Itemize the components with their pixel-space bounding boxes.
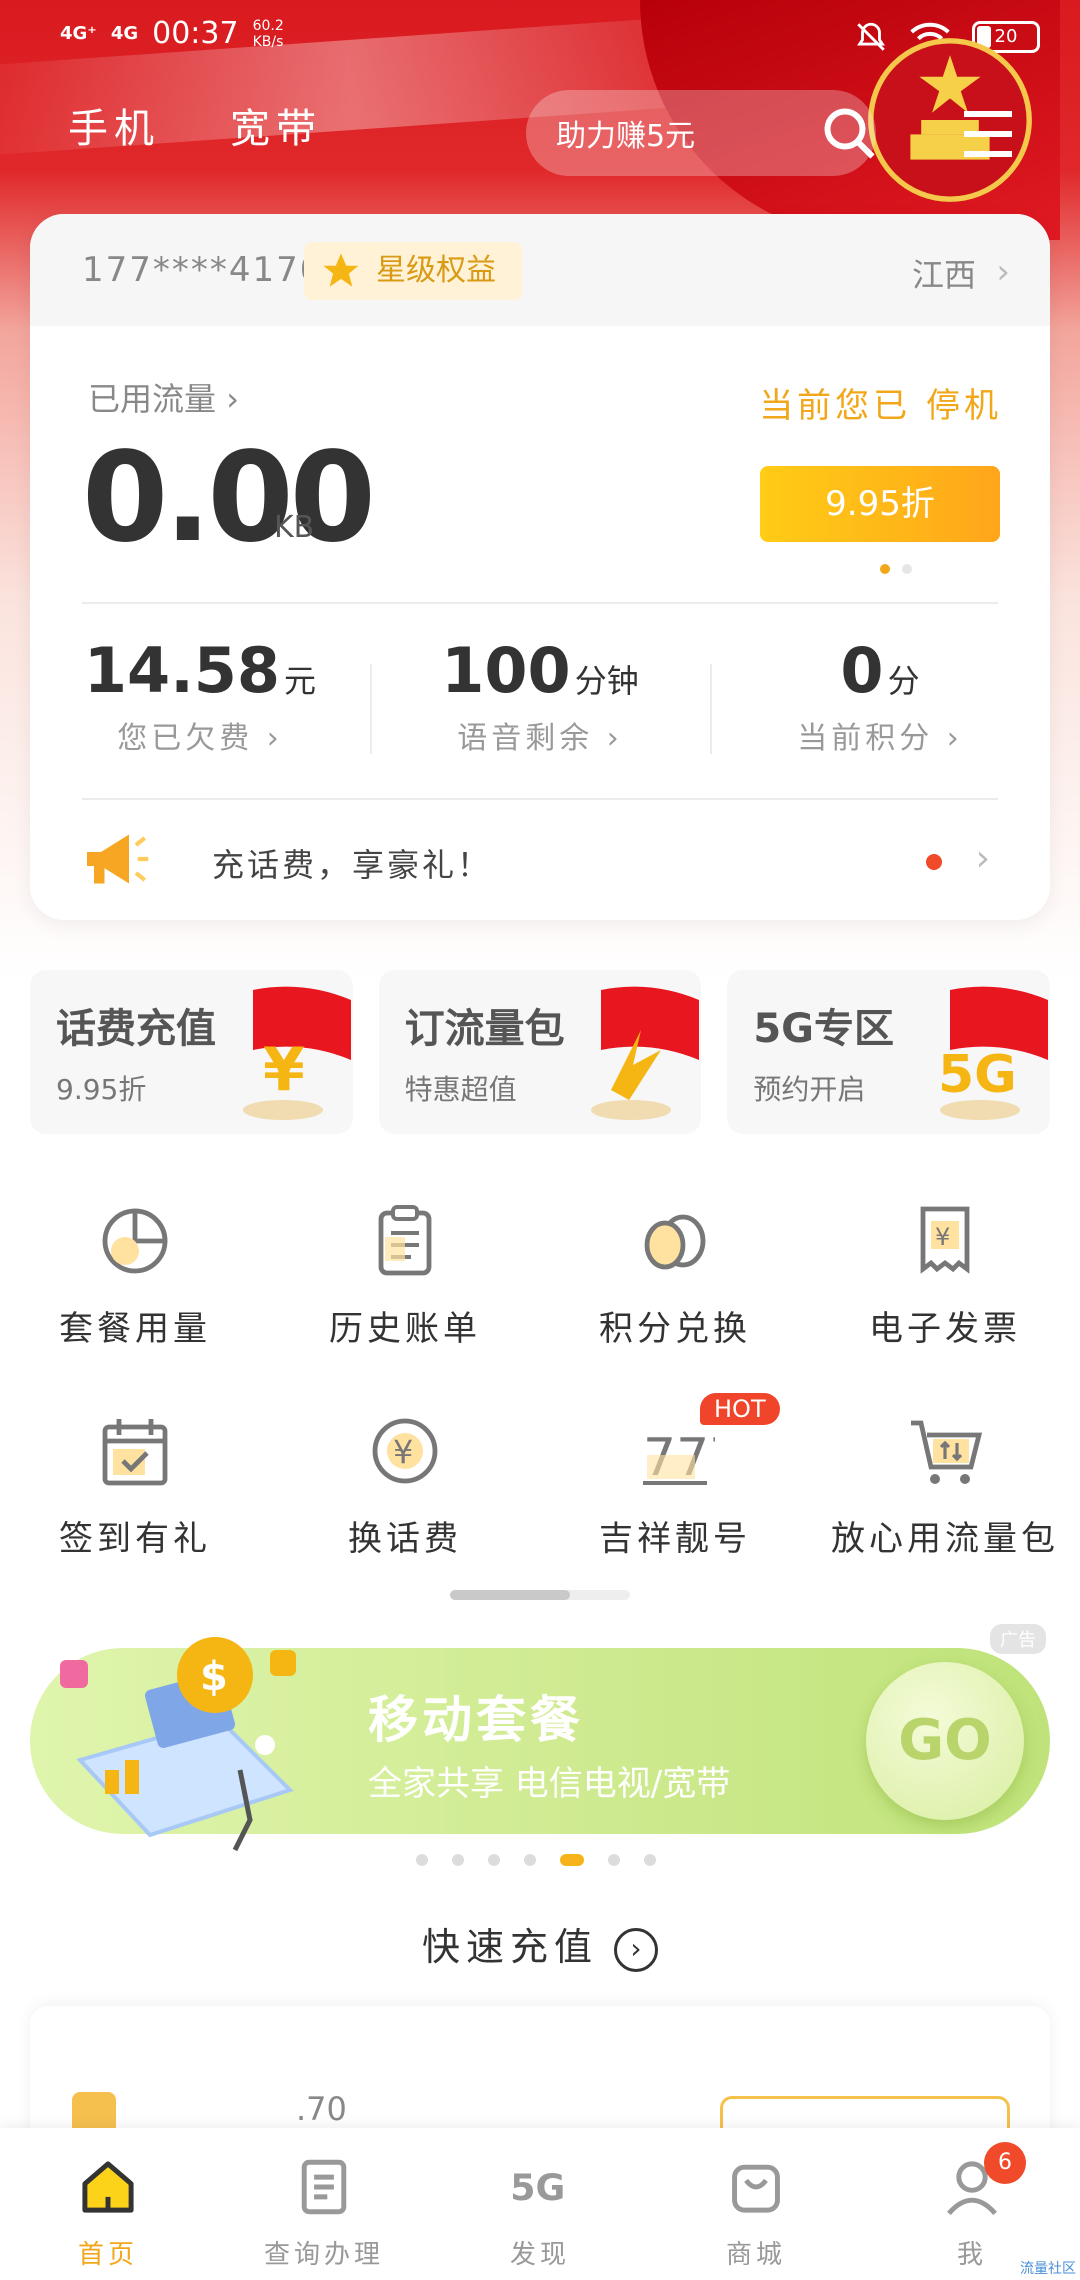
quick-recharge-header[interactable]: 快速充值 › <box>0 1916 1080 1972</box>
chevron-right-circle-icon: › <box>614 1927 658 1972</box>
cart-icon <box>911 1420 983 1484</box>
coins-icon <box>644 1214 706 1270</box>
grid-item-e-invoice[interactable]: ¥ 电子发票 <box>810 1195 1080 1405</box>
grid-item-exchange-credit[interactable]: ¥ 换话费 <box>270 1405 540 1615</box>
account-card-header: 177****4170 星级权益 江西 › <box>30 214 1050 326</box>
grid-item-lucky-number[interactable]: HOT 777 吉祥靓号 <box>540 1393 810 1615</box>
yuan-flag-icon: ¥ <box>242 986 351 1120</box>
star-benefits-label: 星级权益 <box>376 253 496 288</box>
pie-chart-icon <box>102 1208 168 1274</box>
region-selector[interactable]: 江西 <box>912 250 976 296</box>
5g-icon: 5G <box>510 2166 565 2209</box>
svg-text:$: $ <box>200 1654 228 1700</box>
net-speed-unit: KB/s <box>252 33 284 50</box>
network-indicator-2: 4G <box>110 22 139 44</box>
data-flag-icon <box>591 986 700 1120</box>
nav-mall[interactable]: 商城 <box>648 2128 864 2280</box>
5g-flag-icon: 5G <box>938 986 1049 1120</box>
phone-illustration-icon: $ <box>60 1637 296 1852</box>
quick-recharge-title: 快速充值 <box>421 1925 598 1969</box>
data-usage-unit: KB <box>274 510 315 545</box>
grid-item-worry-free-data[interactable]: 放心用流量包 <box>810 1405 1080 1615</box>
divider <box>82 798 998 800</box>
grid-item-points-exchange[interactable]: 积分兑换 <box>540 1195 810 1405</box>
svg-text:5G: 5G <box>510 2166 565 2209</box>
stat-voice[interactable]: 100 分钟 语音剩余 › <box>370 634 710 757</box>
notification-dot <box>926 854 942 870</box>
data-usage-value: 0.00 <box>82 426 376 570</box>
carousel-dots <box>880 564 912 574</box>
grid-scroll-indicator <box>450 1590 630 1600</box>
banner-carousel-dots <box>416 1854 656 1866</box>
svg-text:¥: ¥ <box>935 1223 950 1251</box>
nav-home[interactable]: 首页 <box>0 2128 216 2280</box>
service-grid: 套餐用量 历史账单 积分兑换 ¥ 电子发票 签到有礼 ¥ 换话费 HOT 777… <box>0 1195 1080 1615</box>
grid-item-bill-history[interactable]: 历史账单 <box>270 1195 540 1405</box>
tile-data-package[interactable]: 订流量包 特惠超值 <box>378 970 702 1134</box>
svg-text:¥: ¥ <box>393 1433 413 1471</box>
recharge-promo-row[interactable]: 充话费，享豪礼！ › <box>80 820 1010 900</box>
phone-number: 177****4170 <box>82 250 324 290</box>
account-card: 177****4170 星级权益 江西 › 已用流量 › 0.00 KB 当前您… <box>30 214 1050 920</box>
stat-points[interactable]: 0分 当前积分 › <box>710 634 1050 757</box>
yuan-circle-icon: ¥ <box>372 1418 438 1484</box>
notification-badge: 6 <box>984 2142 1026 2184</box>
document-icon <box>301 2159 347 2215</box>
nav-query[interactable]: 查询办理 <box>216 2128 432 2280</box>
search-placeholder: 助力赚5元 <box>556 119 696 154</box>
stat-balance[interactable]: 14.58 元 您已欠费 › <box>30 634 370 757</box>
tab-broadband[interactable]: 宽带 <box>230 96 322 154</box>
network-indicator-1: 4G⁺ <box>60 22 97 44</box>
calendar-check-icon <box>102 1419 168 1486</box>
account-status: 当前您已 停机 <box>759 386 1002 426</box>
banner-title: 移动套餐 <box>368 1691 584 1749</box>
star-benefits-badge[interactable]: 星级权益 <box>304 242 522 300</box>
hot-badge: HOT <box>700 1393 780 1425</box>
home-icon <box>82 2161 134 2213</box>
nav-discover[interactable]: 5G 发现 <box>432 2128 648 2280</box>
chevron-right-icon: › <box>975 838 990 879</box>
watermark: 流量社区 <box>1020 2261 1076 2277</box>
go-button[interactable]: GO <box>866 1662 1024 1820</box>
tile-5g-zone[interactable]: 5G专区 预约开启 5G <box>727 970 1051 1134</box>
grid-item-check-in[interactable]: 签到有礼 <box>0 1405 270 1615</box>
data-usage-label[interactable]: 已用流量 › <box>88 374 239 420</box>
menu-icon[interactable] <box>958 108 1018 160</box>
banner-subtitle: 全家共享 电信电视/宽带 <box>368 1764 731 1804</box>
grid-item-plan-usage[interactable]: 套餐用量 <box>0 1195 270 1405</box>
ad-tag: 广告 <box>990 1624 1046 1654</box>
shopping-bag-icon <box>732 2164 780 2213</box>
promo-tiles: 话费充值 9.95折 ¥ 订流量包 特惠超值 5G专区 预约开启 5G <box>30 970 1051 1134</box>
svg-text:5G: 5G <box>938 1045 1017 1105</box>
clock: 00:37 <box>152 16 239 51</box>
account-stats: 14.58 元 您已欠费 › 100 分钟 语音剩余 › 0分 当前积分 › <box>30 634 1050 757</box>
search-icon[interactable] <box>820 104 880 164</box>
bottom-nav: 首页 查询办理 5G 发现 商城 6 我 流量社区 <box>0 2128 1080 2280</box>
clipboard-icon <box>378 1205 432 1276</box>
star-icon <box>323 253 359 287</box>
discount-button[interactable]: 9.95折 <box>760 466 1000 542</box>
net-speed-value: 60.2 <box>252 17 284 34</box>
promo-text: 充话费，享豪礼！ <box>212 846 493 884</box>
tile-recharge[interactable]: 话费充值 9.95折 ¥ <box>30 970 353 1134</box>
svg-text:¥: ¥ <box>263 1035 305 1105</box>
recharge-number[interactable]: .70 <box>296 2090 347 2128</box>
tab-mobile[interactable]: 手机 <box>68 96 160 154</box>
megaphone-icon <box>87 834 149 884</box>
invoice-icon: ¥ <box>920 1206 970 1274</box>
chevron-right-icon: › <box>996 252 1010 292</box>
divider <box>82 602 998 604</box>
